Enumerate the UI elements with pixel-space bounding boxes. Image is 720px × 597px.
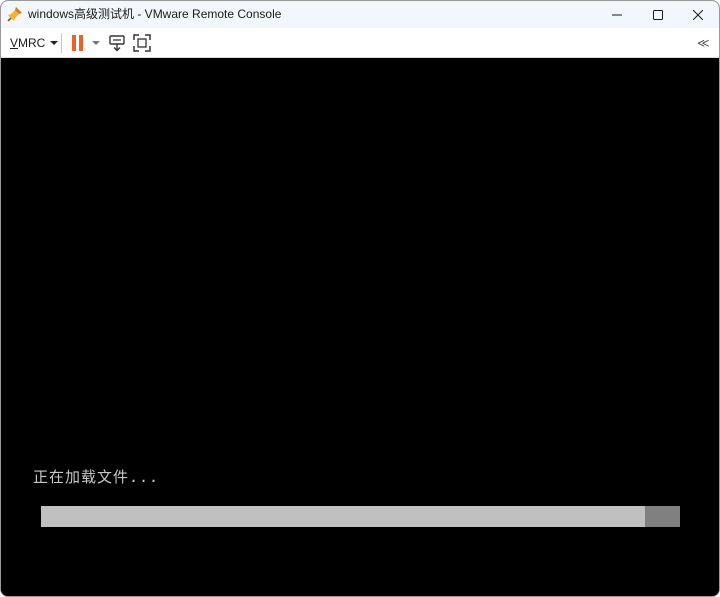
collapse-toolbar-button[interactable]: ≪	[697, 35, 710, 51]
toolbar: VMRC ≪	[1, 28, 719, 58]
vmrc-window: windows高级测试机 - VMware Remote Console VMR…	[0, 0, 720, 597]
pause-icon[interactable]	[69, 34, 87, 52]
minimize-button[interactable]	[597, 1, 637, 28]
title-bar[interactable]: windows高级测试机 - VMware Remote Console	[1, 1, 719, 28]
boot-status-text: 正在加载文件...	[33, 468, 160, 486]
window-title: windows高级测试机 - VMware Remote Console	[28, 7, 282, 21]
vmrc-menu-button[interactable]: VMRC	[10, 35, 59, 51]
vmrc-menu-label: VMRC	[10, 36, 46, 50]
close-button[interactable]	[678, 1, 718, 28]
close-icon	[693, 9, 703, 20]
minimize-icon	[612, 14, 622, 15]
maximize-button[interactable]	[638, 1, 678, 28]
maximize-icon	[653, 9, 663, 20]
send-ctrl-alt-del-icon[interactable]	[107, 33, 127, 53]
chevron-down-icon	[50, 41, 59, 45]
chevron-down-icon	[92, 41, 100, 45]
toolbar-divider	[61, 33, 62, 53]
vmware-pin-icon	[7, 7, 22, 22]
loading-progress-fill	[41, 506, 645, 527]
vm-console-screen[interactable]: 正在加载文件...	[1, 58, 719, 596]
fullscreen-icon[interactable]	[132, 33, 152, 53]
loading-progress-bar	[41, 506, 680, 527]
power-options-dropdown[interactable]	[90, 37, 102, 49]
